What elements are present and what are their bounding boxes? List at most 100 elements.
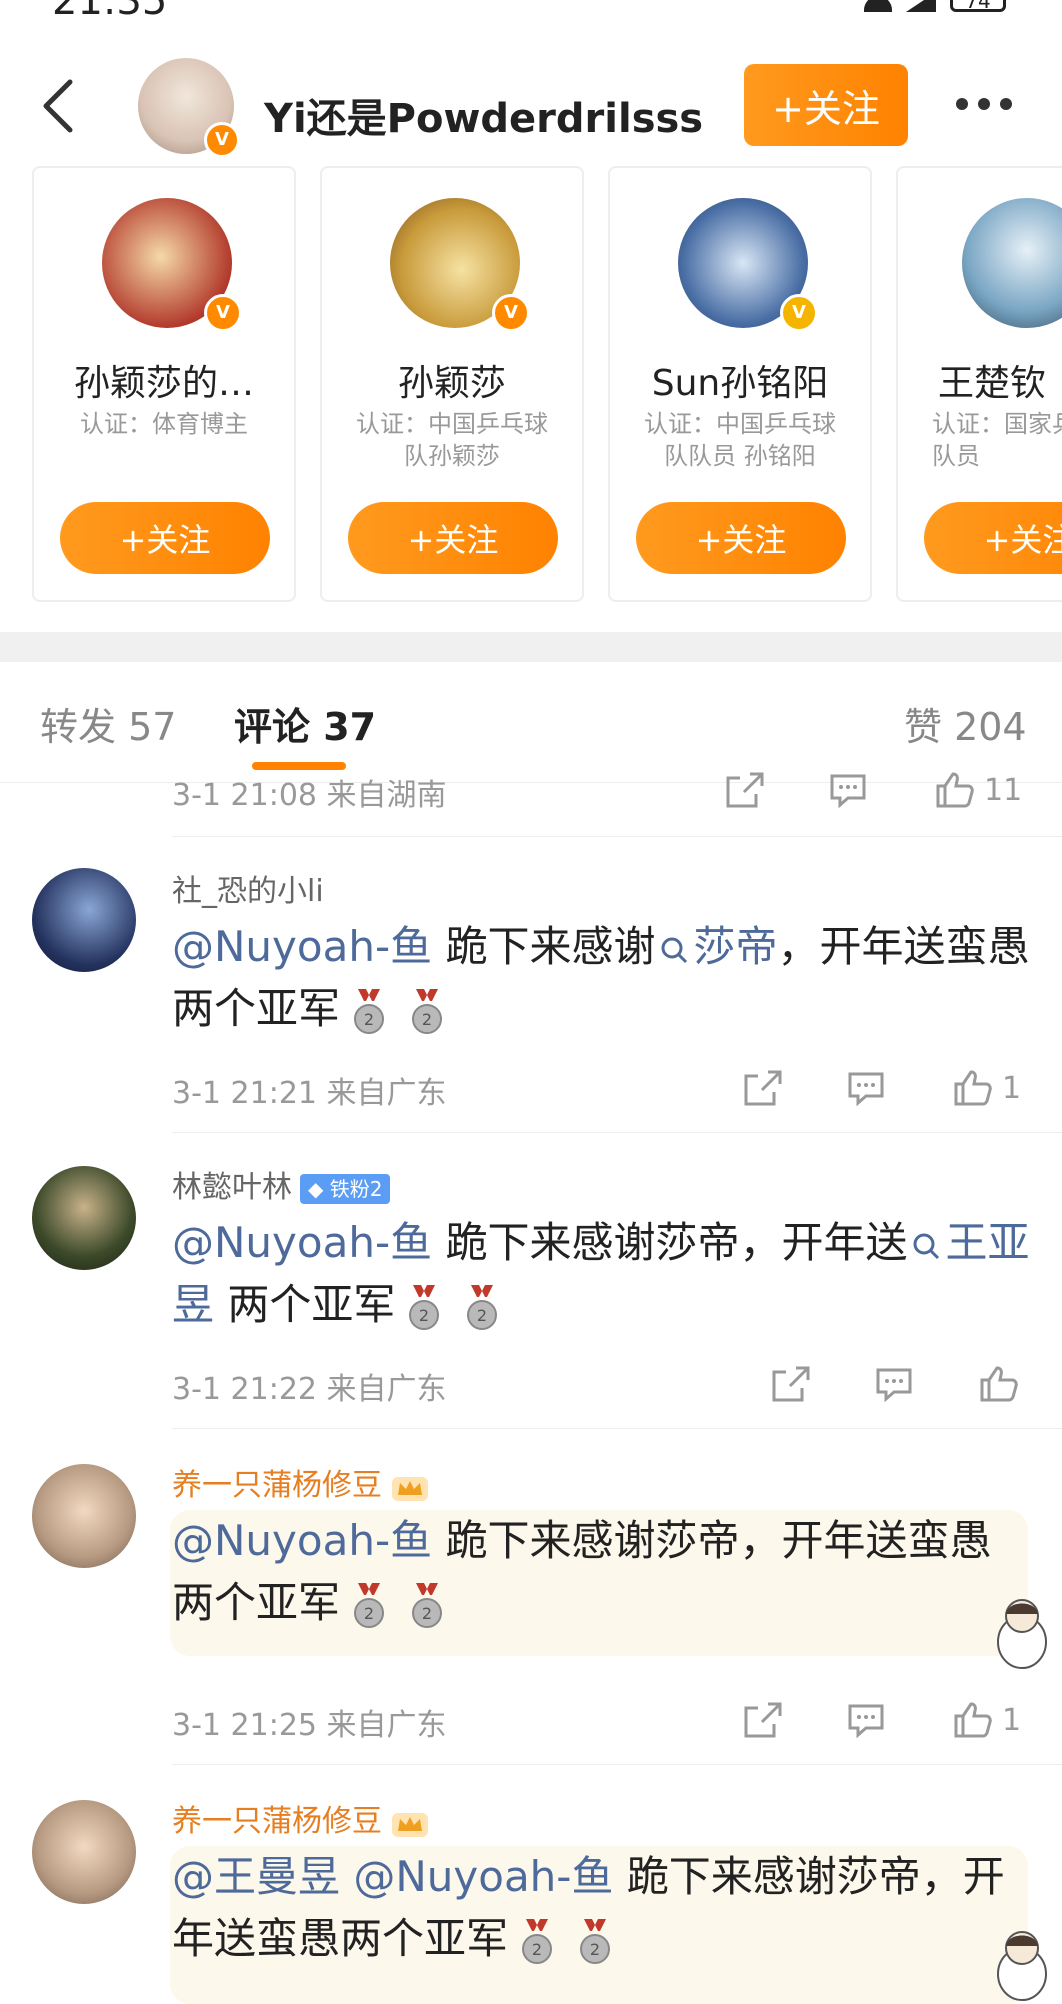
silver-medal-icon: 2: [354, 1582, 385, 1628]
share-icon: [744, 1702, 782, 1738]
crown-icon: [392, 1476, 428, 1501]
svg-text:2: 2: [532, 1940, 542, 1959]
share-icon: [726, 772, 764, 808]
avatar[interactable]: [32, 1166, 136, 1270]
like-button[interactable]: 1: [952, 1700, 1021, 1740]
comment-meta: 3-1 21:22 来自广东: [172, 1364, 1062, 1407]
recommend-name: 王楚钦: [938, 363, 1047, 404]
avatar[interactable]: [962, 198, 1062, 328]
share-button[interactable]: [770, 1364, 810, 1404]
mention-link[interactable]: @Nuyoah-鱼: [172, 1218, 432, 1267]
verified-icon: V: [204, 294, 242, 332]
follow-button[interactable]: +关注: [636, 502, 846, 574]
comment-username[interactable]: 养一只蒲杨修豆: [172, 1468, 382, 1503]
like-count: 1: [1002, 1070, 1022, 1106]
silver-medal-icon: 2: [412, 1582, 443, 1628]
divider: [172, 1132, 1062, 1133]
comment-icon: [848, 1704, 884, 1738]
mention-link[interactable]: @Nuyoah-鱼: [172, 1516, 432, 1565]
recommend-card[interactable]: V 孙颖莎 认证：中国乒乓球队孙颖莎 +关注: [320, 166, 584, 602]
section-divider: [0, 632, 1062, 662]
mention-link[interactable]: @Nuyoah-鱼: [172, 922, 432, 971]
like-button[interactable]: 1: [952, 1068, 1021, 1108]
follow-button[interactable]: +关注: [924, 502, 1062, 574]
divider: [172, 1764, 1062, 1765]
share-icon: [744, 1070, 782, 1106]
follow-button[interactable]: +关注: [60, 502, 270, 574]
comment-meta: 3-1 21:08 来自湖南 11: [172, 770, 1062, 813]
comment-button[interactable]: [846, 1700, 886, 1740]
more-options-button[interactable]: [956, 98, 1012, 110]
back-button[interactable]: [38, 78, 82, 134]
avatar[interactable]: [32, 868, 136, 972]
page-title[interactable]: Yi还是Powderdrilsss: [264, 86, 703, 144]
comment-icon: [830, 774, 866, 808]
mention-link[interactable]: @王曼昱 @Nuyoah-鱼: [172, 1852, 613, 1901]
comment-text-part: 两个亚军: [214, 1280, 396, 1329]
cartoon-sticker-icon: [997, 1599, 1047, 1669]
comment-text: @Nuyoah-鱼 跪下来感谢莎帝，开年送 王亚昱 两个亚军 2 2: [172, 1212, 1032, 1336]
fan-badge-label: 铁粉2: [329, 1176, 383, 1201]
avatar[interactable]: V: [138, 58, 240, 158]
divider: [172, 1428, 1062, 1429]
battery-icon: 74: [950, 0, 1006, 13]
topic-link[interactable]: 莎帝: [655, 922, 777, 971]
divider: [172, 836, 1062, 837]
avatar[interactable]: [32, 1800, 136, 1904]
recommend-card[interactable]: V 王楚钦 认证：国家乒乓球队队员 +关注: [896, 166, 1062, 602]
dot-icon: [978, 98, 990, 110]
status-bar: 21:35 74: [0, 0, 1062, 40]
comment-meta: 3-1 21:25 来自广东 1: [172, 1700, 1062, 1743]
comment-icon: [848, 1072, 884, 1106]
system-icons: 74: [864, 0, 1006, 13]
svg-text:2: 2: [422, 1010, 432, 1029]
svg-text:2: 2: [477, 1306, 487, 1325]
svg-text:2: 2: [422, 1604, 432, 1623]
search-icon: [913, 1233, 940, 1259]
follow-button[interactable]: +关注: [744, 64, 908, 146]
tab-repost[interactable]: 转发 57: [40, 696, 176, 751]
share-button[interactable]: [742, 1700, 782, 1740]
comment-time: 3-1 21:08 来自湖南: [172, 778, 447, 813]
share-button[interactable]: [742, 1068, 782, 1108]
topic-label: 莎帝: [693, 922, 778, 971]
fan-badge: ◆ 铁粉2: [300, 1173, 391, 1204]
comment-button[interactable]: [828, 770, 868, 810]
comment-username-row: 养一只蒲杨修豆: [172, 1796, 430, 1840]
avatar[interactable]: [32, 1464, 136, 1568]
tab-indicator: [252, 762, 346, 770]
comment-meta: 3-1 21:21 来自广东 1: [172, 1068, 1062, 1111]
comment-text: @王曼昱 @Nuyoah-鱼 跪下来感谢莎帝，开年送蛮愚两个亚军 2 2: [172, 1846, 1032, 1970]
dot-icon: [1000, 98, 1012, 110]
comment-button[interactable]: [846, 1068, 886, 1108]
comment-username[interactable]: 社_恐的小li: [172, 866, 324, 910]
svg-text:2: 2: [590, 1940, 600, 1959]
like-button[interactable]: 11: [934, 770, 1022, 810]
comment-time: 3-1 21:25 来自广东: [172, 1708, 447, 1743]
comment-button[interactable]: [874, 1364, 914, 1404]
comment-username-row: 林懿叶林 ◆ 铁粉2: [172, 1162, 391, 1206]
wifi-icon: [864, 0, 892, 12]
like-button[interactable]: [978, 1364, 1028, 1404]
tab-comment[interactable]: 评论 37: [234, 696, 376, 751]
silver-medal-icon: 2: [354, 988, 385, 1034]
recommend-card[interactable]: V Sun孙铭阳 认证：中国乒乓球队队员 孙铭阳 +关注: [608, 166, 872, 602]
comment-icon: [876, 1368, 912, 1402]
follow-button[interactable]: +关注: [348, 502, 558, 574]
signal-icon: [906, 0, 936, 12]
verified-icon: V: [204, 122, 240, 158]
comment-text-part: 跪下来感谢: [432, 922, 656, 971]
tab-like[interactable]: 赞 204: [904, 696, 1027, 751]
recommend-card[interactable]: V 孙颖莎的… 认证：体育博主 +关注: [32, 166, 296, 602]
comment-username[interactable]: 养一只蒲杨修豆: [172, 1804, 382, 1839]
comment-time: 3-1 21:22 来自广东: [172, 1372, 447, 1407]
silver-medal-icon: 2: [522, 1918, 553, 1964]
comment-time: 3-1 21:21 来自广东: [172, 1076, 447, 1111]
share-icon: [772, 1366, 810, 1402]
chevron-left-icon: [43, 79, 73, 133]
thumbs-up-icon: [936, 772, 974, 808]
share-button[interactable]: [724, 770, 764, 810]
verified-icon: V: [492, 294, 530, 332]
recommend-cert: 认证：体育博主: [80, 410, 248, 438]
comment-username[interactable]: 林懿叶林: [172, 1170, 292, 1205]
